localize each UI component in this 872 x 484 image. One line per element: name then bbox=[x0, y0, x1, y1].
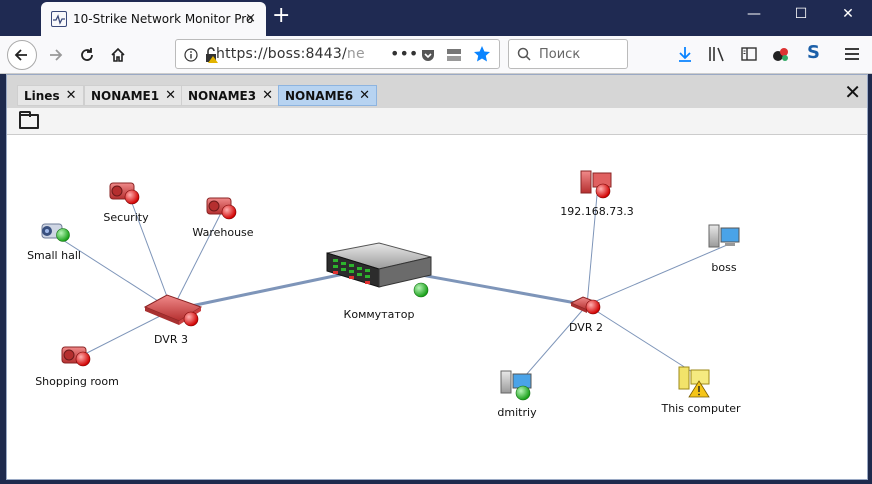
status-down-icon bbox=[75, 351, 91, 367]
url-text: https://boss:8443/ne bbox=[216, 46, 365, 62]
tab-noname1[interactable]: NONAME1 ✕ bbox=[84, 85, 183, 106]
home-button[interactable] bbox=[103, 40, 133, 70]
maximize-button[interactable]: ☐ bbox=[778, 6, 824, 22]
status-down-icon bbox=[585, 299, 601, 315]
node-label: DVR 3 bbox=[154, 333, 188, 346]
reload-button[interactable] bbox=[72, 40, 102, 70]
browser-titlebar: 10-Strike Network Monitor Pro × + — ☐ ✕ bbox=[0, 0, 872, 36]
app-frame: Lines ✕ NONAME1 ✕ NONAME3 ✕ NONAME6 ✕ ✕ bbox=[6, 74, 868, 480]
url-dim: ne bbox=[346, 46, 365, 62]
status-ok-icon bbox=[413, 282, 429, 298]
node-warehouse[interactable]: Warehouse bbox=[192, 197, 254, 239]
forward-button[interactable] bbox=[40, 40, 70, 70]
back-button[interactable] bbox=[7, 40, 37, 70]
link-dmitriy-dvr2 bbox=[518, 304, 588, 384]
forward-arrow-icon bbox=[50, 49, 63, 61]
link-lines bbox=[54, 194, 728, 384]
insecure-lock-icon[interactable] bbox=[204, 47, 218, 63]
downloads-icon[interactable] bbox=[677, 46, 693, 62]
computer-icon bbox=[708, 224, 740, 248]
node-label: Warehouse bbox=[192, 226, 253, 239]
hamburger-menu-icon[interactable] bbox=[845, 47, 859, 61]
node-label: Small hall bbox=[27, 249, 81, 262]
node-label: 192.168.73.3 bbox=[560, 205, 633, 218]
link-smallhall-dvr3 bbox=[54, 234, 173, 311]
tab-noname3[interactable]: NONAME3 ✕ bbox=[181, 85, 280, 106]
tab-label: Lines bbox=[24, 88, 60, 103]
status-down-icon bbox=[183, 311, 199, 327]
computer-icon bbox=[678, 366, 710, 390]
document-tabs: Lines ✕ NONAME1 ✕ NONAME3 ✕ NONAME6 ✕ ✕ bbox=[7, 75, 867, 108]
node-this-computer[interactable]: This computer bbox=[660, 366, 741, 415]
extension-balls-icon[interactable] bbox=[772, 45, 790, 63]
browser-tab[interactable]: 10-Strike Network Monitor Pro × bbox=[41, 2, 266, 36]
app-favicon-icon bbox=[51, 11, 67, 27]
new-tab-button[interactable]: + bbox=[272, 5, 290, 27]
tab-close-icon[interactable]: ✕ bbox=[165, 88, 176, 103]
reload-icon bbox=[81, 48, 93, 61]
browser-tab-title: 10-Strike Network Monitor Pro bbox=[73, 12, 254, 26]
tab-close-icon[interactable]: × bbox=[245, 11, 256, 26]
node-label: Коммутатор bbox=[344, 308, 415, 321]
link-thiscomputer-dvr2 bbox=[586, 304, 698, 376]
node-switch[interactable]: Коммутатор bbox=[326, 242, 432, 321]
node-small-hall[interactable]: Small hall bbox=[27, 223, 81, 262]
address-bar[interactable]: https://boss:8443/ne ••• bbox=[175, 39, 500, 69]
status-down-icon bbox=[221, 204, 237, 220]
network-map[interactable]: Small hall Security Warehouse DVR 3 Shop… bbox=[7, 135, 867, 479]
tab-close-icon[interactable]: ✕ bbox=[359, 88, 370, 103]
tab-close-icon[interactable]: ✕ bbox=[262, 88, 273, 103]
node-label: boss bbox=[711, 261, 736, 274]
search-placeholder: Поиск bbox=[539, 46, 581, 62]
node-label: DVR 2 bbox=[569, 321, 603, 334]
bookmark-star-icon[interactable] bbox=[473, 45, 491, 63]
node-shopping-room[interactable]: Shopping room bbox=[35, 346, 119, 388]
tab-label: NONAME3 bbox=[188, 88, 257, 103]
tab-noname6[interactable]: NONAME6 ✕ bbox=[278, 85, 377, 106]
tab-close-icon[interactable]: ✕ bbox=[66, 88, 77, 103]
reader-server-icon[interactable] bbox=[446, 47, 462, 63]
node-label: dmitriy bbox=[497, 406, 537, 419]
info-icon[interactable] bbox=[184, 48, 198, 62]
node-dmitriy[interactable]: dmitriy bbox=[497, 370, 537, 419]
node-dvr3[interactable]: DVR 3 bbox=[143, 294, 203, 346]
map-toolbar bbox=[7, 108, 867, 135]
tab-lines[interactable]: Lines ✕ bbox=[17, 85, 84, 106]
tab-label: NONAME6 bbox=[285, 88, 354, 103]
sidebar-icon[interactable] bbox=[741, 46, 757, 62]
close-map-button[interactable]: ✕ bbox=[844, 80, 861, 104]
search-icon bbox=[517, 47, 531, 61]
status-down-icon bbox=[595, 183, 611, 199]
tab-label: NONAME1 bbox=[91, 88, 160, 103]
network-switch-icon bbox=[326, 242, 432, 288]
status-down-icon bbox=[124, 189, 140, 205]
library-icon[interactable] bbox=[708, 46, 726, 62]
open-folder-icon[interactable] bbox=[19, 111, 39, 129]
home-icon bbox=[111, 47, 125, 62]
search-input[interactable]: Поиск bbox=[508, 39, 628, 69]
node-boss[interactable]: boss bbox=[708, 224, 740, 274]
status-ok-icon bbox=[515, 385, 531, 401]
pocket-icon[interactable] bbox=[420, 47, 436, 63]
network-map-canvas[interactable]: Small hall Security Warehouse DVR 3 Shop… bbox=[7, 135, 867, 479]
page-actions-icon[interactable]: ••• bbox=[390, 44, 418, 63]
url-main: https://boss:8443/ bbox=[216, 46, 347, 62]
browser-toolbar: https://boss:8443/ne ••• Поиск S bbox=[0, 36, 872, 74]
node-label: This computer bbox=[660, 402, 741, 415]
status-ok-icon bbox=[56, 228, 70, 242]
link-boss-dvr2 bbox=[586, 244, 728, 306]
node-label: Security bbox=[103, 211, 149, 224]
node-dvr2[interactable]: DVR 2 bbox=[569, 296, 603, 334]
back-arrow-icon bbox=[14, 49, 27, 61]
node-security[interactable]: Security bbox=[103, 182, 149, 224]
close-window-button[interactable]: ✕ bbox=[825, 6, 871, 22]
node-ip-host[interactable]: 192.168.73.3 bbox=[560, 170, 634, 218]
minimize-button[interactable]: — bbox=[731, 6, 777, 22]
node-label: Shopping room bbox=[35, 375, 119, 388]
s-extension-icon[interactable]: S bbox=[807, 42, 820, 63]
